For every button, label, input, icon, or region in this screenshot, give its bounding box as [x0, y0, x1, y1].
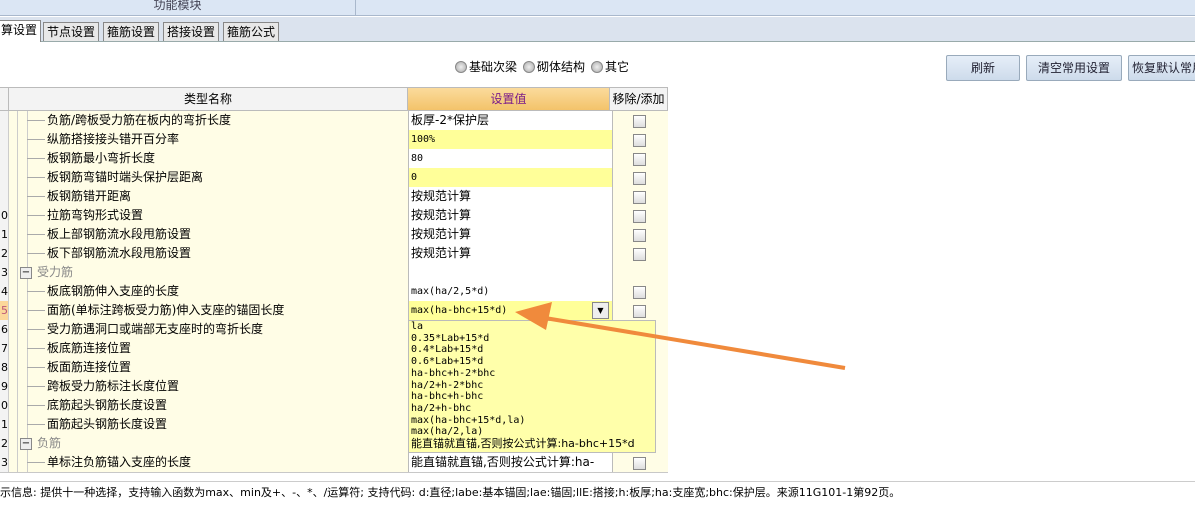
arrow-shaft	[544, 316, 846, 370]
annotation-arrow	[515, 302, 846, 370]
arrow-head	[515, 302, 552, 330]
status-bar: 示信息: 提供十一种选择，支持输入函数为max、min及+、-、*、/运算符; …	[0, 481, 1195, 500]
